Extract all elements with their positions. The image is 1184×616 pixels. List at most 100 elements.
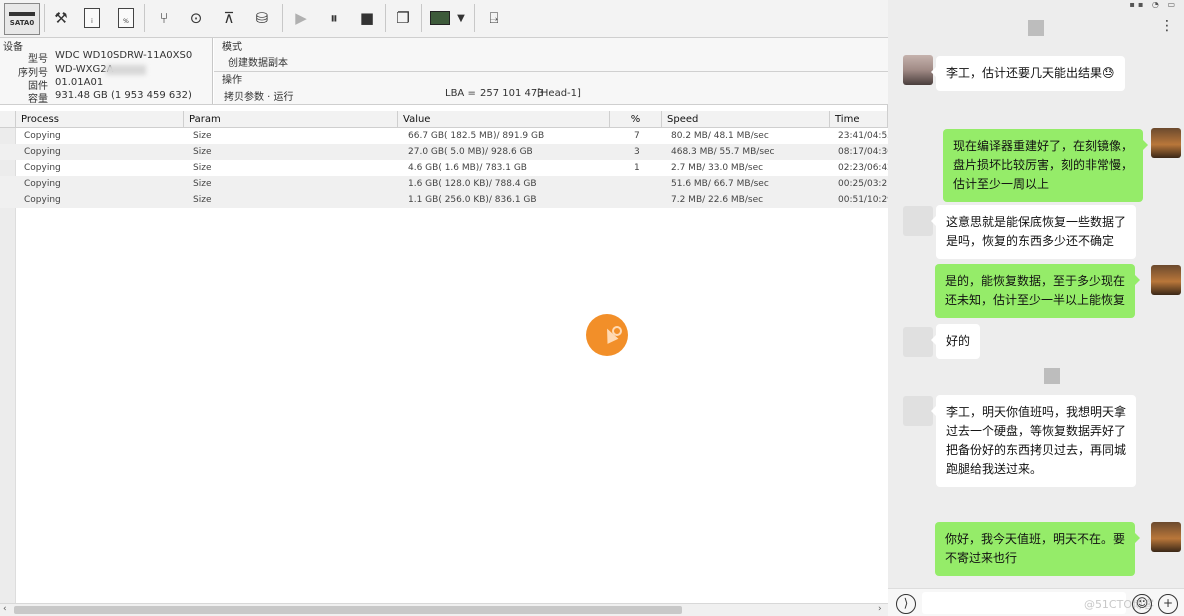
table-row[interactable]: Copying Size 66.7 GB( 182.5 MB)/ 891.9 G…	[0, 128, 888, 144]
cell-param: Size	[193, 147, 212, 157]
serial-value: WD-WXG2A	[55, 64, 114, 75]
message-bubble-outgoing[interactable]: 你好，我今天值班，明天不在。要 不寄过来也行	[935, 522, 1141, 576]
message-bubble-outgoing[interactable]: 现在编译器重建好了，在刻镜像， 盘片损坏比较厉害，刻的非常慢， 估计至少一周以上	[943, 129, 1149, 202]
play-icon[interactable]: ▶	[287, 4, 315, 32]
header-value[interactable]: Value	[398, 111, 610, 128]
capacity-value: 931.48 GB (1 953 459 632)	[55, 90, 192, 101]
windows-icon[interactable]: ❐	[389, 4, 417, 32]
cell-percent: 3	[634, 147, 640, 157]
stop-icon[interactable]: ■	[353, 4, 381, 32]
header-process[interactable]: Process	[16, 111, 184, 128]
scroll-right-icon[interactable]: ›	[878, 604, 882, 614]
lba-value: 257 101 473	[480, 88, 544, 99]
cell-value: 1.6 GB( 128.0 KB)/ 788.4 GB	[408, 179, 537, 189]
sector-icon[interactable]: ⊼	[215, 4, 243, 32]
tree-icon[interactable]: ⑂	[150, 4, 178, 32]
message-bubble-outgoing[interactable]: 是的，能恢复数据，至于多少现在 还未知，估计至少一半以上能恢复	[935, 264, 1141, 318]
head-indicator: [Head-1]	[537, 88, 581, 99]
cell-time: 00:25/03:21	[838, 179, 888, 189]
copy-disk-icon[interactable]: ⛁	[248, 4, 276, 32]
chat-input-bar: ⟩ @51CTO博客 ☺ +	[888, 588, 1184, 616]
scroll-left-icon[interactable]: ‹	[3, 604, 7, 614]
system-notice-icon	[1028, 20, 1044, 36]
operation-section-label: 操作	[222, 75, 242, 86]
cell-param: Size	[193, 163, 212, 173]
cell-speed: 51.6 MB/ 66.7 MB/sec	[671, 179, 769, 189]
cell-process: Copying	[24, 147, 61, 157]
lba-label: LBA =	[445, 88, 476, 99]
header-param[interactable]: Param	[184, 111, 398, 128]
voice-icon[interactable]: ⟩	[896, 594, 916, 614]
model-label: 型号	[28, 54, 48, 65]
toolbar-separator	[385, 4, 386, 32]
avatar[interactable]	[1151, 128, 1181, 158]
redaction-blur	[106, 65, 146, 75]
info-panel: 设备 型号 WDC WD10SDRW-11A0XS0 序列号 WD-WXG2A …	[0, 38, 888, 105]
cell-speed: 468.3 MB/ 55.7 MB/sec	[671, 147, 775, 157]
toolbar-separator	[282, 4, 283, 32]
sata-port-button[interactable]: SATA0	[4, 3, 40, 35]
message-bubble-incoming[interactable]: 李工，估计还要几天能出结果😓	[931, 56, 1125, 91]
section-divider	[214, 71, 888, 72]
table-row[interactable]: Copying Size 1.6 GB( 128.0 KB)/ 788.4 GB…	[0, 176, 888, 192]
dropdown-icon[interactable]: ▼	[452, 4, 470, 32]
exit-icon[interactable]: ⍈	[480, 4, 508, 32]
table-row[interactable]: Copying Size 4.6 GB( 1.6 MB)/ 783.1 GB 1…	[0, 160, 888, 176]
header-speed[interactable]: Speed	[662, 111, 830, 128]
cell-param: Size	[193, 179, 212, 189]
avatar[interactable]	[903, 206, 933, 236]
cell-speed: 2.7 MB/ 33.0 MB/sec	[671, 163, 764, 173]
avatar[interactable]	[1151, 265, 1181, 295]
disk-info-icon[interactable]: i	[78, 4, 106, 32]
cursor-highlight-icon	[586, 314, 628, 356]
message-bubble-incoming[interactable]: 好的	[930, 324, 981, 359]
cell-process: Copying	[24, 195, 61, 205]
header-percent[interactable]: %	[610, 111, 662, 128]
avatar[interactable]	[903, 327, 933, 357]
header-time[interactable]: Time	[830, 111, 888, 128]
chat-panel: ▪▪ ◔ ▭ ⋮ 李工，估计还要几天能出结果😓 现在编译器重建好了，在刻镜像， …	[888, 0, 1184, 616]
pause-icon[interactable]: ⏸	[320, 4, 348, 32]
message-bubble-incoming[interactable]: 李工，明天你值班吗，我想明天拿 过去一个硬盘，等恢复数据弄好了 把备份好的东西拷…	[930, 395, 1137, 487]
cell-process: Copying	[24, 131, 61, 141]
tools-icon[interactable]: ⚒	[47, 4, 75, 32]
horizontal-scrollbar[interactable]: ‹ ›	[0, 603, 888, 616]
cell-value: 27.0 GB( 5.0 MB)/ 928.6 GB	[408, 147, 533, 157]
cell-speed: 80.2 MB/ 48.1 MB/sec	[671, 131, 769, 141]
model-value: WDC WD10SDRW-11A0XS0	[55, 50, 193, 61]
firmware-value: 01.01A01	[55, 77, 104, 88]
cell-value: 4.6 GB( 1.6 MB)/ 783.1 GB	[408, 163, 527, 173]
avatar[interactable]	[903, 55, 933, 85]
scrollbar-thumb[interactable]	[14, 606, 682, 614]
toolbar-separator	[421, 4, 422, 32]
cell-value: 1.1 GB( 256.0 KB)/ 836.1 GB	[408, 195, 537, 205]
sata-label: SATA0	[9, 18, 35, 27]
toolbar: SATA0 ⚒ i % ⑂ ⊙ ⊼ ⛁ ▶ ⏸ ■ ❐ ▼ ⍈	[0, 0, 888, 38]
cell-percent: 1	[634, 163, 640, 173]
table-row[interactable]: Copying Size 1.1 GB( 256.0 KB)/ 836.1 GB…	[0, 192, 888, 208]
cell-time: 08:17/04:36	[838, 147, 888, 157]
plus-icon[interactable]: +	[1158, 594, 1178, 614]
avatar[interactable]	[1151, 522, 1181, 552]
table-row[interactable]: Copying Size 27.0 GB( 5.0 MB)/ 928.6 GB …	[0, 144, 888, 160]
disk-copy-app: SATA0 ⚒ i % ⑂ ⊙ ⊼ ⛁ ▶ ⏸ ■ ❐ ▼ ⍈ 设备 型号 WD…	[0, 0, 888, 616]
operation-value: 拷贝参数 · 运行	[224, 92, 294, 103]
cell-speed: 7.2 MB/ 22.6 MB/sec	[671, 195, 764, 205]
system-notice-icon	[1044, 368, 1060, 384]
process-table: Process Param Value % Speed Time Copying…	[0, 111, 888, 603]
cell-percent: 7	[634, 131, 640, 141]
cell-time: 23:41/04:53	[838, 131, 888, 141]
percent-icon[interactable]: %	[112, 4, 140, 32]
cell-time: 02:23/06:42	[838, 163, 888, 173]
more-options-icon[interactable]: ⋮	[1160, 18, 1174, 34]
toolbar-separator	[144, 4, 145, 32]
binoculars-icon[interactable]: ⊙	[182, 4, 210, 32]
capacity-label: 容量	[28, 94, 48, 105]
status-icons: ▪▪ ◔ ▭	[1129, 0, 1178, 9]
cell-process: Copying	[24, 179, 61, 189]
emoji-icon[interactable]: ☺	[1132, 594, 1152, 614]
avatar[interactable]	[903, 396, 933, 426]
image-icon[interactable]	[426, 4, 454, 32]
message-bubble-incoming[interactable]: 这意思就是能保底恢复一些数据了 是吗，恢复的东西多少还不确定	[930, 205, 1137, 259]
cell-value: 66.7 GB( 182.5 MB)/ 891.9 GB	[408, 131, 545, 141]
